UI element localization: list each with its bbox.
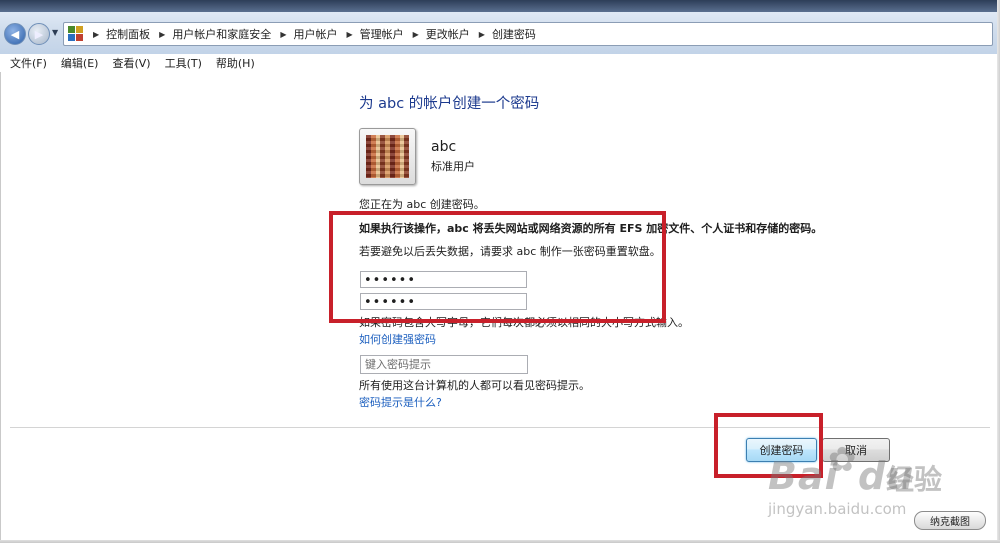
breadcrumb-item[interactable]: 创建密码 (492, 26, 536, 42)
breadcrumb-item[interactable]: 更改帐户 (426, 26, 470, 42)
breadcrumb-item[interactable]: 用户帐户 (293, 26, 337, 42)
user-type: 标准用户 (431, 160, 475, 173)
snip-button[interactable]: 纳克截图 (914, 511, 986, 530)
user-avatar (359, 128, 416, 185)
hint-note-text: 所有使用这台计算机的人都可以看见密码提示。 (359, 379, 590, 392)
forward-button[interactable]: ▶ (28, 23, 50, 45)
chevron-right-icon[interactable]: ▶ (413, 30, 419, 39)
breadcrumb-item[interactable]: 用户帐户和家庭安全 (172, 26, 271, 42)
hint-help-link[interactable]: 密码提示是什么? (359, 394, 442, 410)
watermark-url: jingyan.baidu.com (768, 500, 907, 518)
back-button[interactable]: ◀ (4, 23, 26, 45)
strong-password-link[interactable]: 如何创建强密码 (359, 331, 436, 347)
watermark-suffix: 经验 (886, 463, 943, 496)
menu-edit[interactable]: 编辑(E) (61, 55, 99, 71)
breadcrumb-item[interactable]: 控制面板 (106, 26, 150, 42)
chevron-right-icon[interactable]: ▶ (479, 30, 485, 39)
menu-tools[interactable]: 工具(T) (165, 55, 202, 71)
page-title: 为 abc 的帐户创建一个密码 (359, 96, 540, 112)
divider (10, 427, 990, 428)
arrow-left-icon: ◀ (10, 27, 20, 41)
user-picture (366, 135, 409, 178)
breadcrumb-item[interactable]: 管理帐户 (360, 26, 404, 42)
breadcrumb: ▶ 控制面板 ▶ 用户帐户和家庭安全 ▶ 用户帐户 ▶ 管理帐户 ▶ 更改帐户 … (84, 26, 536, 42)
chevron-right-icon[interactable]: ▶ (280, 30, 286, 39)
menu-file[interactable]: 文件(F) (10, 55, 47, 71)
window-top-strip (0, 0, 997, 12)
password-hint-input[interactable]: 键入密码提示 (360, 355, 528, 374)
arrow-right-icon: ▶ (34, 27, 44, 41)
address-box[interactable]: ▶ 控制面板 ▶ 用户帐户和家庭安全 ▶ 用户帐户 ▶ 管理帐户 ▶ 更改帐户 … (63, 22, 993, 46)
user-name: abc (431, 139, 457, 155)
chevron-right-icon[interactable]: ▶ (346, 30, 352, 39)
watermark: Bai ✿ du 经验 jingyan.baidu.com (768, 440, 978, 522)
chevron-right-icon: ▶ (93, 29, 100, 39)
annotation-box-password (329, 211, 666, 323)
recent-pages-dropdown-icon[interactable]: ▼ (52, 28, 58, 37)
control-panel-icon (68, 26, 84, 42)
creating-text: 您正在为 abc 创建密码。 (359, 198, 485, 211)
menu-view[interactable]: 查看(V) (112, 55, 150, 71)
chevron-right-icon[interactable]: ▶ (159, 30, 165, 39)
menu-bar: 文件(F) 编辑(E) 查看(V) 工具(T) 帮助(H) (0, 54, 997, 72)
menu-help[interactable]: 帮助(H) (216, 55, 255, 71)
